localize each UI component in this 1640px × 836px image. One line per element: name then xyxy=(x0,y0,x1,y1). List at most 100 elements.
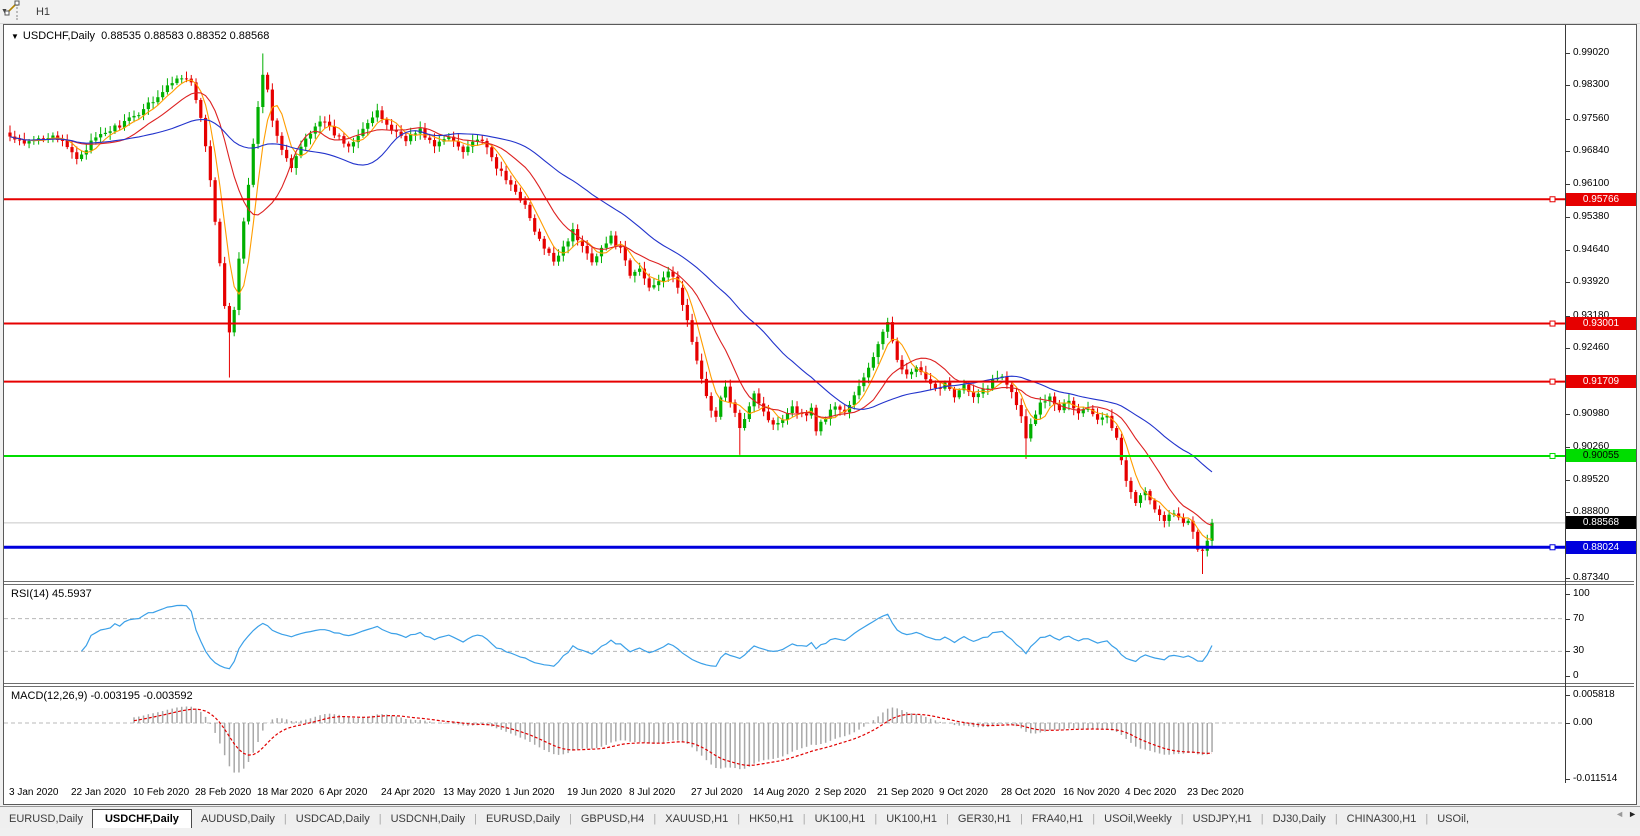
mt4-window: ▼ M1M5M15M30H1H4D1W1MN ▼USDCHF,Daily 0.8… xyxy=(0,0,1640,836)
chart-tab-uk100-h1[interactable]: UK100,H1 xyxy=(877,810,946,828)
chart-tab-eurusd-daily[interactable]: EURUSD,Daily xyxy=(477,810,569,828)
price-level-badge-0.90055: 0.90055 xyxy=(1566,449,1636,463)
macd-axis-label: 0.00 xyxy=(1573,717,1593,728)
price-axis-label: 0.98300 xyxy=(1573,79,1610,91)
current-price-badge: 0.88568 xyxy=(1566,516,1636,530)
date-axis-label: 9 Oct 2020 xyxy=(939,787,988,798)
chart-tab-usoil-weekly[interactable]: USOil,Weekly xyxy=(1095,810,1181,828)
date-axis-label: 28 Oct 2020 xyxy=(1001,787,1056,798)
rsi-label: RSI(14) 45.5937 xyxy=(11,588,92,600)
date-axis-label: 3 Jan 2020 xyxy=(9,787,59,798)
price-axis-label: 0.87340 xyxy=(1573,572,1610,584)
price-level-badge-0.93001: 0.93001 xyxy=(1566,317,1636,331)
price-level-badge-0.91709: 0.91709 xyxy=(1566,375,1636,389)
price-axis-tick xyxy=(1565,578,1570,580)
date-axis: 3 Jan 2020 22 Jan 2020 10 Feb 2020 28 Feb 2… xyxy=(4,783,1634,802)
rsi-indicator-pane[interactable]: RSI(14) 45.5937 xyxy=(4,585,1634,683)
price-axis-tick xyxy=(1565,414,1570,416)
price-chart-pane[interactable]: ▼ USDCHF,Daily 0.88535 0.88583 0.88352 0.… xyxy=(4,25,1634,581)
slow-ma-line xyxy=(9,118,1213,473)
price-axis-tick xyxy=(1565,150,1570,152)
price-axis-label: 0.96840 xyxy=(1573,144,1610,156)
macd-axis-label: -0.011514 xyxy=(1573,773,1618,784)
macd-axis-tick xyxy=(1565,694,1570,696)
chart-tab-fra40-h1[interactable]: FRA40,H1 xyxy=(1023,810,1092,828)
timeframe-button-h1[interactable]: H1 xyxy=(27,3,66,21)
rsi-axis-label: 100 xyxy=(1573,588,1590,599)
chart-tab-xauusd-h1[interactable]: XAUUSD,H1 xyxy=(656,810,737,828)
price-axis-label: 0.96100 xyxy=(1573,178,1610,190)
date-axis-label: 10 Feb 2020 xyxy=(133,787,190,798)
price-axis-label: 0.97560 xyxy=(1573,112,1610,124)
price-axis-label: 0.95380 xyxy=(1573,210,1610,222)
macd-label: MACD(12,26,9) -0.003195 -0.003592 xyxy=(11,690,193,702)
chart-tab-audusd-daily[interactable]: AUDUSD,Daily xyxy=(192,810,284,828)
date-axis-label: 27 Jul 2020 xyxy=(691,787,743,798)
price-axis-tick xyxy=(1565,480,1570,482)
rsi-line xyxy=(81,604,1213,670)
chart-tab-uk100-h1[interactable]: UK100,H1 xyxy=(806,810,875,828)
price-axis-tick xyxy=(1565,282,1570,284)
fast-ma-line xyxy=(9,79,1213,540)
chart-tab-usdchf-daily[interactable]: USDCHF,Daily xyxy=(91,809,192,828)
price-axis-tick xyxy=(1565,53,1570,54)
price-level-badge-0.88024: 0.88024 xyxy=(1566,540,1636,554)
macd-indicator-pane[interactable]: MACD(12,26,9) -0.003195 -0.003592 xyxy=(4,687,1634,783)
date-axis-label: 8 Jul 2020 xyxy=(629,787,676,798)
price-axis-label: 0.90980 xyxy=(1573,408,1610,420)
rsi-axis-tick xyxy=(1565,594,1570,595)
price-axis-tick xyxy=(1565,118,1570,120)
line-handle xyxy=(1549,196,1556,203)
price-level-badge-0.95766: 0.95766 xyxy=(1566,192,1636,206)
rsi-axis-tick xyxy=(1565,618,1570,620)
price-axis-label: 0.93920 xyxy=(1573,276,1610,288)
chart-tab-usdjpy-h1[interactable]: USDJPY,H1 xyxy=(1184,810,1261,828)
mid-ma-line xyxy=(9,92,1213,526)
chart-tab-eurusd-daily[interactable]: EURUSD,Daily xyxy=(0,810,92,828)
macd-axis-label: 0.005818 xyxy=(1573,689,1615,700)
tab-scroll-arrows: ◄ ► xyxy=(1615,809,1637,819)
tab-scroll-right-icon[interactable]: ► xyxy=(1628,809,1637,819)
tab-scroll-left-icon[interactable]: ◄ xyxy=(1615,809,1624,819)
price-axis-label: 0.89520 xyxy=(1573,474,1610,486)
chart-window: ▼ USDCHF,Daily 0.88535 0.88583 0.88352 0.… xyxy=(3,24,1637,805)
chart-tab-usdcnh-daily[interactable]: USDCNH,Daily xyxy=(382,810,475,828)
date-axis-label: 28 Feb 2020 xyxy=(195,787,252,798)
date-axis-label: 2 Sep 2020 xyxy=(815,787,867,798)
chart-tab-china300-h1[interactable]: CHINA300,H1 xyxy=(1338,810,1426,828)
date-axis-label: 22 Jan 2020 xyxy=(71,787,127,798)
date-axis-label: 14 Aug 2020 xyxy=(753,787,810,798)
chart-ohlc-values: 0.88535 0.88583 0.88352 0.88568 xyxy=(101,30,270,42)
date-axis-label: 1 Jun 2020 xyxy=(505,787,555,798)
chart-tab-hk50-h1[interactable]: HK50,H1 xyxy=(740,810,803,828)
date-axis-label: 4 Dec 2020 xyxy=(1125,787,1177,798)
price-axis-label: 0.94640 xyxy=(1573,243,1610,255)
price-axis-tick xyxy=(1565,446,1570,448)
cursor-tool-icon[interactable] xyxy=(4,0,22,16)
chart-tab-dj30-daily[interactable]: DJ30,Daily xyxy=(1264,810,1335,828)
line-handle xyxy=(1549,378,1556,385)
rsi-axis-tick xyxy=(1565,676,1570,677)
date-axis-label: 19 Jun 2020 xyxy=(567,787,623,798)
macd-axis-tick xyxy=(1565,779,1570,780)
price-axis-label: 0.92460 xyxy=(1573,341,1610,353)
chart-tab-gbpusd-h4[interactable]: GBPUSD,H4 xyxy=(572,810,654,828)
chart-tab-usoil-[interactable]: USOil, xyxy=(1428,810,1478,828)
price-axis-line xyxy=(1565,25,1566,783)
line-handle xyxy=(1549,544,1556,551)
chart-tab-ger30-h1[interactable]: GER30,H1 xyxy=(949,810,1020,828)
rsi-axis-tick xyxy=(1565,651,1570,653)
chart-tab-usdcad-daily[interactable]: USDCAD,Daily xyxy=(287,810,379,828)
date-axis-label: 13 May 2020 xyxy=(443,787,501,798)
chart-symbol-label: USDCHF,Daily xyxy=(22,30,96,42)
macd-axis-tick xyxy=(1565,723,1570,724)
price-axis-label: 0.99020 xyxy=(1573,47,1610,58)
price-axis-tick xyxy=(1565,216,1570,218)
rsi-axis-label: 70 xyxy=(1573,612,1585,624)
date-axis-label: 18 Mar 2020 xyxy=(257,787,314,798)
date-axis-label: 21 Sep 2020 xyxy=(877,787,934,798)
chart-tab-bar: EURUSD,Daily USDCHF,Daily AUDUSD,Daily | USD… xyxy=(0,806,1640,828)
status-strip xyxy=(0,828,1640,836)
rsi-axis-label: 30 xyxy=(1573,645,1585,657)
tick-direction-icon: ▼ xyxy=(11,32,19,41)
